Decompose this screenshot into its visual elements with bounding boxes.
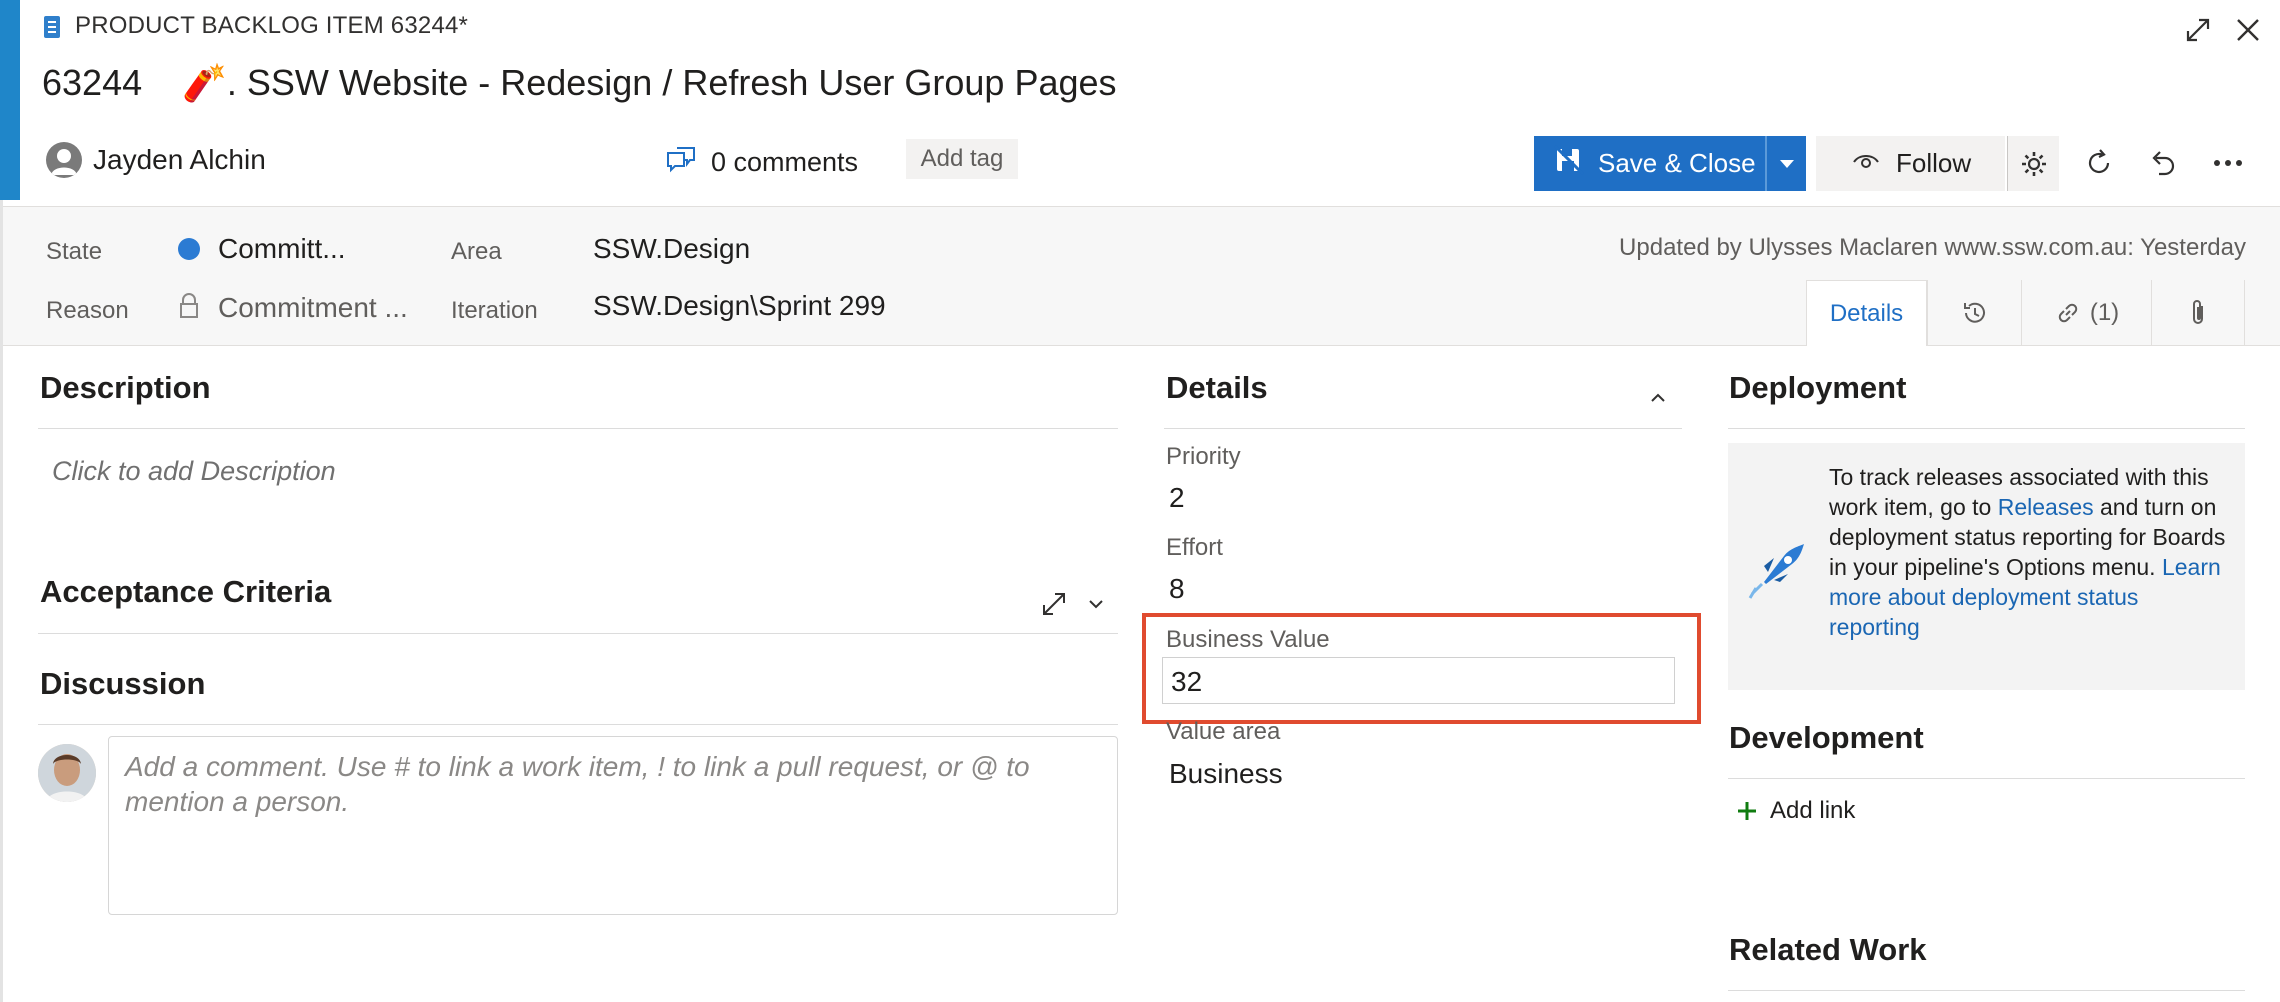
undo-icon: [2152, 151, 2175, 176]
priority-value[interactable]: 2: [1169, 482, 1185, 514]
area-value[interactable]: SSW.Design: [593, 233, 750, 265]
comments-link[interactable]: 0 comments: [665, 145, 858, 180]
chevron-up-icon[interactable]: [1646, 386, 1670, 410]
tab-details[interactable]: Details: [1806, 280, 1927, 346]
state-indicator: [178, 238, 200, 260]
divider: [38, 633, 1118, 634]
comments-icon: [665, 145, 697, 180]
divider: [38, 724, 1118, 725]
add-tag-button[interactable]: Add tag: [906, 139, 1018, 179]
divider: [1728, 778, 2245, 779]
settings-button[interactable]: [2007, 136, 2059, 191]
add-link-label: Add link: [1770, 797, 1856, 824]
iteration-label: Iteration: [451, 297, 538, 324]
state-label: State: [46, 238, 103, 265]
releases-link[interactable]: Releases: [1998, 494, 2094, 520]
highlight-box: [1142, 613, 1701, 724]
chevron-down-icon: [1779, 159, 1794, 168]
tab-links[interactable]: (1): [2021, 280, 2151, 346]
work-item-type-color-bar: [0, 0, 20, 200]
refresh-icon: [2088, 149, 2110, 174]
divider: [1728, 428, 2245, 429]
acceptance-criteria-title: Acceptance Criteria: [40, 574, 332, 609]
tab-attachments[interactable]: [2151, 280, 2245, 346]
save-close-label: Save & Close: [1598, 148, 1756, 178]
chevron-down-icon[interactable]: [1084, 592, 1108, 616]
effort-label: Effort: [1166, 534, 1223, 561]
follow-label: Follow: [1896, 148, 1972, 178]
gear-icon: [2021, 151, 2046, 176]
divider: [38, 428, 1118, 429]
paperclip-icon: [2193, 300, 2203, 324]
maximize-icon[interactable]: [2180, 12, 2216, 48]
divider: [1728, 990, 2245, 991]
area-label: Area: [451, 238, 502, 265]
eye-icon: [1852, 148, 1880, 179]
close-icon[interactable]: [2230, 12, 2266, 48]
reason-value: Commitment ...: [218, 292, 408, 323]
divider: [1164, 428, 1682, 429]
save-icon: [1553, 144, 1585, 182]
description-editor[interactable]: Click to add Description: [52, 456, 336, 487]
value-area-value[interactable]: Business: [1169, 758, 1283, 790]
tab-history[interactable]: [1927, 280, 2021, 346]
state-value[interactable]: Committ...: [218, 233, 346, 265]
undo-button[interactable]: [2143, 143, 2183, 183]
history-icon: [1963, 302, 1985, 323]
save-options-dropdown[interactable]: [1765, 136, 1806, 191]
more-actions-button[interactable]: [2208, 143, 2248, 183]
more-icon: [2214, 160, 2242, 166]
work-item-id: 63244: [42, 62, 143, 103]
deployment-info-text: To track releases associated with this w…: [1829, 462, 2229, 642]
effort-value[interactable]: 8: [1169, 573, 1185, 605]
assignee-name[interactable]: Jayden Alchin: [93, 144, 266, 176]
follow-button[interactable]: Follow: [1816, 136, 2005, 191]
work-item-title[interactable]: 🧨. SSW Website - Redesign / Refresh User…: [182, 62, 1117, 104]
rocket-icon: [1744, 536, 1810, 607]
link-icon: [2058, 303, 2078, 323]
lock-icon: [178, 292, 200, 325]
description-title: Description: [40, 370, 211, 405]
save-close-button[interactable]: Save & Close: [1534, 136, 1765, 191]
iteration-value[interactable]: SSW.Design\Sprint 299: [593, 290, 886, 322]
development-title: Development: [1729, 720, 1924, 755]
comments-count: 0 comments: [711, 147, 859, 177]
last-updated-text[interactable]: Updated by Ulysses Maclaren www.ssw.com.…: [1619, 234, 2246, 262]
assignee-avatar[interactable]: [46, 142, 82, 178]
work-item-tabs: Details (1): [1806, 280, 2245, 346]
links-count: (1): [2089, 299, 2120, 326]
add-link-button[interactable]: Add link: [1736, 797, 1855, 825]
refresh-button[interactable]: [2079, 143, 2119, 183]
value-area-label: Value area: [1166, 718, 1281, 745]
details-title: Details: [1166, 370, 1268, 405]
plus-icon: [1738, 802, 1756, 820]
priority-label: Priority: [1166, 443, 1241, 470]
user-avatar: [38, 744, 96, 802]
comment-input[interactable]: Add a comment. Use # to link a work item…: [108, 736, 1118, 915]
discussion-title: Discussion: [40, 666, 206, 701]
backlog-item-icon: [44, 16, 60, 38]
deployment-title: Deployment: [1729, 370, 1907, 405]
work-item-type-label: PRODUCT BACKLOG ITEM 63244*: [75, 12, 469, 39]
reason-label: Reason: [46, 297, 129, 324]
expand-icon[interactable]: [1038, 588, 1070, 620]
related-work-title: Related Work: [1729, 932, 1927, 967]
